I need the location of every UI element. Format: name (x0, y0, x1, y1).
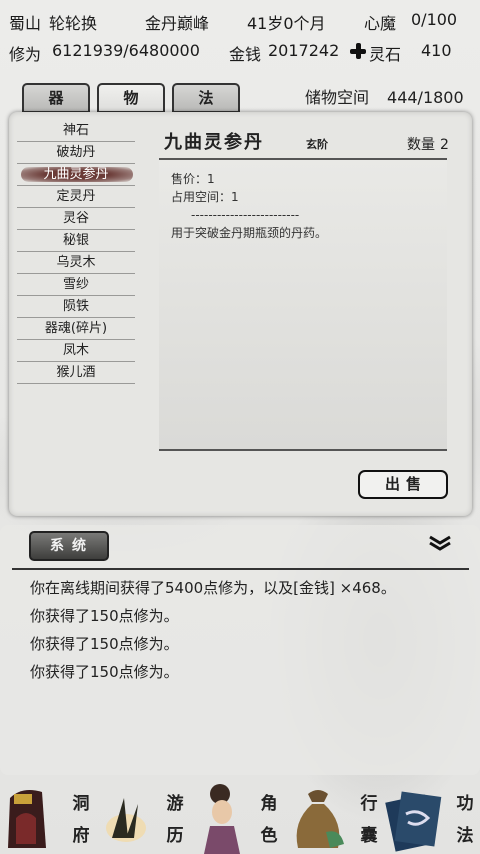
nav-label-character: 角色 (260, 794, 278, 846)
money-label: 金钱 (229, 45, 262, 64)
list-item[interactable]: 陨铁 (17, 296, 135, 318)
log-message: 你获得了150点修为。 (30, 663, 179, 681)
list-item[interactable]: 凤木 (17, 340, 135, 362)
list-item[interactable]: 雪纱 (17, 274, 135, 296)
sell-button[interactable]: 出售 (358, 470, 448, 499)
spirit-stone-label: 灵石 (369, 45, 402, 64)
tab-techniques[interactable]: 法 (172, 83, 240, 113)
cultivation-value: 6121939/6480000 (52, 41, 200, 60)
list-item[interactable]: 猴儿酒 (17, 362, 135, 384)
location: 蜀山 (9, 14, 42, 33)
item-description-box: 售价：1 占用空间：1 ------------------------- 用于… (159, 158, 447, 451)
nav-label-travel: 游历 (166, 794, 184, 846)
log-message: 你获得了150点修为。 (30, 607, 179, 625)
quantity-value: 2 (440, 137, 449, 153)
realm: 金丹巅峰 (145, 14, 210, 33)
age: 41岁0个月 (247, 14, 326, 33)
nav-cave[interactable]: 洞府 (0, 778, 96, 854)
nav-skills[interactable]: 功法 (384, 778, 480, 854)
log-message: 你获得了150点修为。 (30, 635, 179, 653)
item-grade: 玄阶 (306, 138, 328, 151)
list-item[interactable]: 器魂(碎片) (17, 318, 135, 340)
nav-label-cave: 洞府 (72, 794, 90, 846)
item-space: 占用空间：1 (171, 190, 239, 204)
travel-icon (106, 798, 146, 842)
list-item[interactable]: 破劫丹 (17, 142, 135, 164)
item-price: 售价：1 (171, 172, 215, 186)
list-item[interactable]: 乌灵木 (17, 252, 135, 274)
money-value: 2017242 (268, 41, 340, 60)
separator-line: ------------------------- (191, 208, 300, 222)
item-list: 神石 破劫丹 九曲灵参丹 定灵丹 灵谷 秘银 乌灵木 雪纱 陨铁 器魂(碎片) … (17, 120, 135, 384)
storage-label: 储物空间 (305, 88, 370, 107)
book-icon (385, 791, 442, 852)
demon-label: 心魔 (364, 14, 397, 33)
bag-icon (296, 790, 344, 848)
bottom-nav: 洞府 游历 角色 行囊 功 法 (0, 778, 480, 854)
list-item[interactable]: 神石 (17, 120, 135, 142)
log-divider (12, 568, 469, 570)
nav-character[interactable]: 角色 (192, 778, 288, 854)
nav-label-bag: 行囊 (360, 794, 378, 846)
tab-items[interactable]: 物 (97, 83, 165, 113)
log-message: 你在离线期间获得了5400点修为，以及[金钱] ×468。 (30, 579, 396, 597)
item-description: 用于突破金丹期瓶颈的丹药。 (171, 226, 328, 240)
list-item[interactable]: 秘银 (17, 230, 135, 252)
inventory-panel: 神石 破劫丹 九曲灵参丹 定灵丹 灵谷 秘银 乌灵木 雪纱 陨铁 器魂(碎片) … (9, 112, 472, 516)
item-name: 九曲灵参丹 (164, 132, 264, 153)
list-item[interactable]: 灵谷 (17, 208, 135, 230)
list-item-selected[interactable]: 九曲灵参丹 (17, 164, 135, 186)
collapse-icon[interactable] (428, 535, 452, 551)
storage-capacity: 储物空间 444/1800 (305, 84, 464, 108)
item-quantity: 数量 2 (407, 134, 449, 154)
nav-travel[interactable]: 游历 (96, 778, 192, 854)
status-header: 蜀山 轮轮换 金丹巅峰 41岁0个月 心魔 0/100 修为 6121939/6… (0, 0, 480, 70)
quantity-label: 数量 (407, 137, 435, 153)
demon-value: 0/100 (411, 10, 458, 29)
cave-icon (8, 790, 46, 848)
character-icon (204, 784, 240, 854)
spirit-stone-value: 410 (421, 41, 452, 60)
nav-bag[interactable]: 行囊 (288, 778, 384, 854)
tab-equipment[interactable]: 器 (22, 83, 90, 113)
system-tab-button[interactable]: 系统 (29, 531, 109, 561)
storage-value: 444/1800 (387, 88, 464, 107)
cultivation-label: 修为 (9, 45, 42, 64)
nav-label-skills: 功法 (456, 794, 474, 846)
player-name: 轮轮换 (49, 14, 98, 33)
spirit-stone-icon (350, 43, 366, 59)
list-item[interactable]: 定灵丹 (17, 186, 135, 208)
